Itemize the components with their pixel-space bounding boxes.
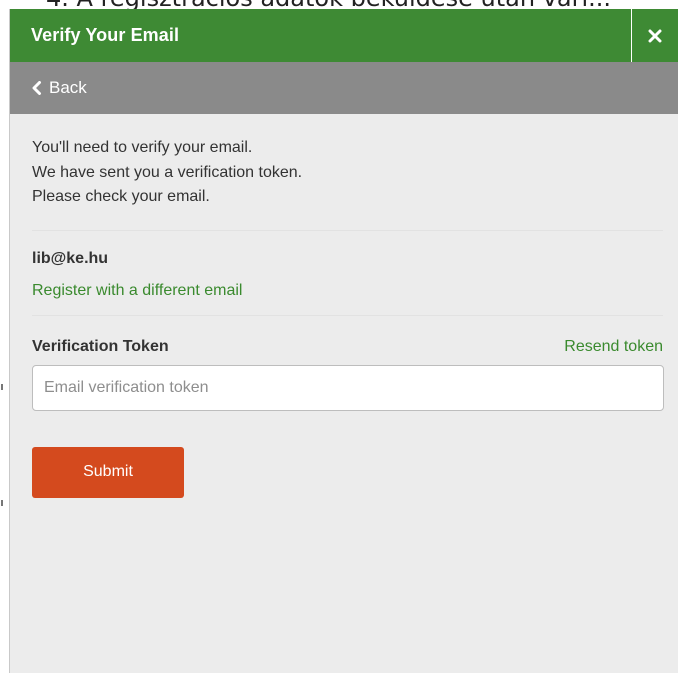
intro-line: We have sent you a verification token. (32, 163, 303, 181)
verification-token-label: Verification Token (32, 337, 169, 355)
user-email: lib@ke.hu (32, 249, 109, 267)
chevron-left-icon (32, 81, 41, 95)
close-button[interactable] (631, 9, 678, 62)
modal-titlebar: Verify Your Email (10, 9, 678, 62)
edge-mark (1, 384, 3, 390)
register-different-email-link[interactable]: Register with a different email (32, 282, 242, 300)
modal-title: Verify Your Email (31, 25, 180, 45)
token-header: Verification Token Resend token (32, 338, 663, 356)
modal-content: You'll need to verify your email. We hav… (10, 114, 678, 498)
close-icon (648, 29, 662, 42)
verify-email-modal: Verify Your Email Back You'll need to ve… (9, 9, 678, 673)
edge-mark (1, 500, 3, 506)
back-label: Back (49, 78, 87, 97)
email-block: lib@ke.hu Register with a different emai… (32, 231, 663, 300)
divider (32, 314, 663, 316)
intro-text: You'll need to verify your email. We hav… (32, 114, 663, 210)
resend-token-link[interactable]: Resend token (564, 338, 663, 356)
intro-line: Please check your email. (32, 188, 210, 205)
submit-button[interactable]: Submit (32, 446, 184, 498)
verification-token-input[interactable] (32, 364, 664, 411)
intro-line: You'll need to verify your email. (32, 139, 253, 156)
back-button[interactable]: Back (10, 62, 678, 114)
left-page-edge (0, 0, 9, 673)
